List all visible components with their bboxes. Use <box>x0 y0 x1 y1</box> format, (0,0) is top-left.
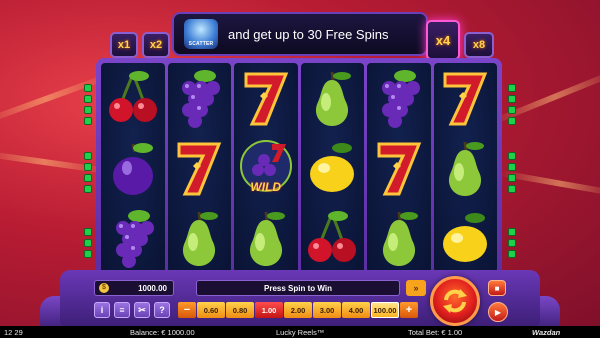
payline-marker <box>508 152 516 160</box>
payline-markers-left-mid <box>84 152 92 193</box>
payline-marker <box>84 174 92 182</box>
lemon-icon <box>437 206 493 270</box>
bet-option-max[interactable]: 100.00 <box>371 302 399 318</box>
payline-markers-left-bottom <box>84 228 92 258</box>
seven-icon <box>437 66 493 130</box>
scatter-icon: SCATTER <box>184 19 218 49</box>
payline-marker <box>84 185 92 193</box>
payline-marker <box>508 239 516 247</box>
payline-marker <box>508 185 516 193</box>
wild-icon: WILD <box>238 136 294 200</box>
bet-selector: − 0.60 0.80 1.00 2.00 3.00 4.00 100.00 + <box>178 302 418 318</box>
light-ray <box>0 150 110 175</box>
payline-marker <box>84 250 92 258</box>
quick-spin-button[interactable]: ■ <box>488 280 506 296</box>
seven-icon <box>171 136 227 200</box>
wazdan-logo: Wazdan <box>532 328 561 337</box>
spin-icon <box>443 289 467 313</box>
payline-marker <box>508 117 516 125</box>
plum-icon <box>105 136 161 200</box>
free-spins-banner: SCATTER and get up to 30 Free Spins <box>172 12 428 56</box>
payline-marker <box>508 228 516 236</box>
game-title: Lucky Reels™ <box>276 328 325 337</box>
payline-markers-right <box>508 84 516 125</box>
reel-1 <box>101 63 165 273</box>
reel-frame: WILD <box>96 58 502 278</box>
credit-value: 1000.00 <box>138 283 167 293</box>
bet-decrease-button[interactable]: − <box>178 302 196 318</box>
grapes-icon <box>371 66 427 130</box>
pear-icon <box>238 206 294 270</box>
pear-icon <box>171 206 227 270</box>
spin-button[interactable] <box>430 276 480 326</box>
cherry-icon <box>304 206 360 270</box>
payline-marker <box>84 84 92 92</box>
multiplier-x4: x4 <box>426 20 460 60</box>
payline-marker <box>508 174 516 182</box>
reels: WILD <box>101 63 497 273</box>
credit-display: $ 1000.00 <box>94 280 174 296</box>
multiplier-x1: x1 <box>110 32 138 58</box>
payline-marker <box>508 250 516 258</box>
payline-marker <box>508 106 516 114</box>
pear-icon <box>371 206 427 270</box>
message-display: Press Spin to Win <box>196 280 400 296</box>
grapes-icon <box>171 66 227 130</box>
bet-option[interactable]: 4.00 <box>342 302 370 318</box>
cherry-icon <box>105 66 161 130</box>
payline-marker <box>84 106 92 114</box>
bet-option[interactable]: 0.80 <box>226 302 254 318</box>
bet-increase-button[interactable]: + <box>400 302 418 318</box>
reel-4 <box>300 63 364 273</box>
pear-icon <box>304 66 360 130</box>
payline-marker <box>508 163 516 171</box>
gamble-button[interactable]: ▶ <box>488 302 508 322</box>
total-bet-label: Total Bet: € 1.00 <box>408 328 463 337</box>
settings-button[interactable]: ✂ <box>134 302 150 318</box>
autoplay-button[interactable]: » <box>406 280 426 296</box>
wild-label: WILD <box>250 180 282 194</box>
payline-markers-left <box>84 84 92 125</box>
seven-icon <box>371 136 427 200</box>
lemon-icon <box>304 136 360 200</box>
reel-5 <box>367 63 431 273</box>
pear-icon <box>437 136 493 200</box>
balance-label: Balance: € 1000.00 <box>130 328 195 337</box>
bet-option[interactable]: 2.00 <box>284 302 312 318</box>
info-button[interactable]: i <box>94 302 110 318</box>
reel-3: WILD <box>234 63 298 273</box>
help-button[interactable]: ? <box>154 302 170 318</box>
banner-text: and get up to 30 Free Spins <box>228 26 389 42</box>
payline-marker <box>508 95 516 103</box>
multiplier-x8: x8 <box>464 32 494 58</box>
payline-marker <box>84 163 92 171</box>
reel-2 <box>167 63 231 273</box>
reel-6 <box>433 63 497 273</box>
bet-option[interactable]: 0.60 <box>197 302 225 318</box>
clock: 12 29 <box>4 328 23 337</box>
multiplier-x2: x2 <box>142 32 170 58</box>
menu-button[interactable]: ≡ <box>114 302 130 318</box>
payline-marker <box>508 84 516 92</box>
payline-marker <box>84 117 92 125</box>
light-ray <box>488 67 600 126</box>
status-bar: 12 29 Balance: € 1000.00 Lucky Reels™ To… <box>0 326 600 338</box>
payline-marker <box>84 152 92 160</box>
coin-icon: $ <box>99 283 109 293</box>
payline-marker <box>84 95 92 103</box>
payline-marker <box>84 228 92 236</box>
payline-markers-right-bottom <box>508 228 516 258</box>
bet-option-selected[interactable]: 1.00 <box>255 302 283 318</box>
seven-icon <box>238 66 294 130</box>
payline-marker <box>84 239 92 247</box>
payline-markers-right-mid <box>508 152 516 193</box>
bet-option[interactable]: 3.00 <box>313 302 341 318</box>
grapes-icon <box>105 206 161 270</box>
